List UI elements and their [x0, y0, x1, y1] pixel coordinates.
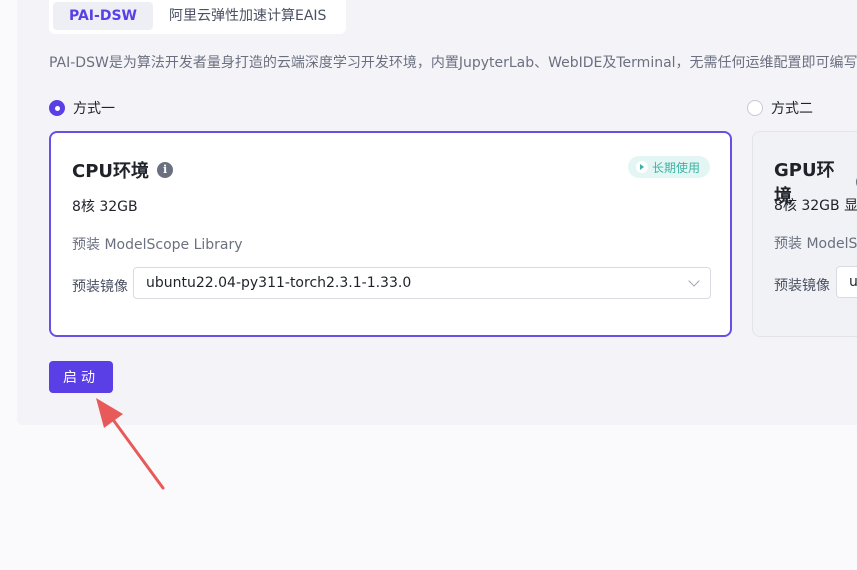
chevron-down-icon	[688, 275, 700, 287]
cpu-spec: 8核 32GB	[72, 199, 138, 215]
badge-label: 长期使用	[651, 160, 700, 175]
mirror-label: 预装镜像	[774, 278, 830, 294]
option-2-label: 方式二	[771, 101, 813, 117]
description-text: PAI-DSW是为算法开发者量身打造的云端深度学习开发环境，内置JupyterL…	[49, 55, 857, 71]
option-2-radio-row[interactable]: 方式二	[747, 98, 813, 118]
info-icon[interactable]: i	[157, 162, 174, 178]
long-term-badge: 长期使用	[627, 156, 710, 178]
tab-eais[interactable]: 阿里云弹性加速计算EAIS	[153, 2, 342, 30]
option-1-radio-row[interactable]: 方式一	[49, 98, 115, 118]
mirror-select[interactable]: ubuntu22.04-py311-torch2.3.1-1.33.0	[133, 267, 711, 299]
mirror-select-value: u	[849, 274, 857, 290]
preinstalled-library: 预装 ModelScope Library	[72, 237, 243, 253]
environment-tabs: PAI-DSW 阿里云弹性加速计算EAIS	[49, 0, 347, 34]
cpu-environment-card[interactable]: CPU环境 i 长期使用 8核 32GB 预装 ModelScope Libra…	[49, 131, 732, 337]
tab-pai-dsw[interactable]: PAI-DSW	[53, 2, 153, 30]
mirror-label: 预装镜像	[72, 279, 128, 295]
gpu-spec: 8核 32GB 显存	[774, 198, 857, 214]
play-icon	[635, 161, 648, 173]
mirror-select[interactable]: u	[836, 266, 857, 298]
mirror-select-value: ubuntu22.04-py311-torch2.3.1-1.33.0	[146, 275, 412, 291]
radio-unchecked-icon[interactable]	[747, 100, 763, 116]
preinstalled-library: 预装 ModelScope	[774, 236, 857, 252]
radio-checked-icon[interactable]	[49, 100, 65, 116]
gpu-environment-card[interactable]: GPU环境 i 8核 32GB 显存 预装 ModelScope 预装镜像 u	[752, 131, 857, 337]
card-title: CPU环境 i	[72, 157, 174, 183]
start-button[interactable]: 启动	[49, 361, 113, 393]
option-1-label: 方式一	[73, 101, 115, 117]
cpu-title: CPU环境	[72, 161, 150, 182]
